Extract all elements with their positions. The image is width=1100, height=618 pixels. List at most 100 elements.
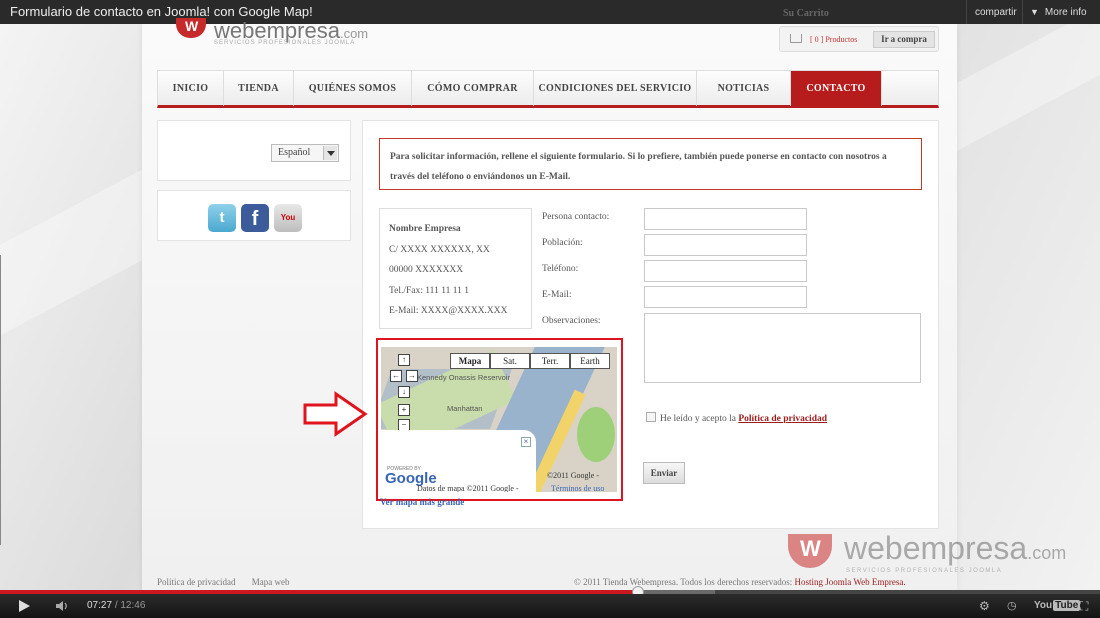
nav-item-condiciones[interactable]: Condiciones del servicio (534, 71, 697, 106)
settings-gear-icon[interactable]: ⚙ (979, 599, 990, 613)
checkout-button[interactable]: Ir a compra (873, 31, 935, 48)
divider (1022, 0, 1023, 24)
footer-links: Política de privacidad Mapa web (157, 577, 303, 587)
chevron-down-icon (323, 146, 337, 160)
pan-left-icon[interactable]: ← (390, 370, 402, 382)
youtube-logo-you: You (1034, 600, 1053, 611)
company-phone: Tel./Fax: 111 11 11 1 (389, 285, 469, 296)
send-button[interactable]: Enviar (643, 462, 685, 484)
privacy-row: He leído y acepto la Política de privaci… (646, 412, 827, 424)
nav-item-contacto[interactable]: Contacto (791, 71, 882, 106)
nav-item-inicio[interactable]: Inicio (158, 71, 224, 106)
twitter-icon[interactable]: t (208, 204, 236, 232)
bigger-map-link[interactable]: Ver mapa más grande (380, 497, 464, 507)
facebook-icon[interactable]: f (241, 204, 269, 232)
company-name: Nombre Empresa (389, 224, 461, 234)
pan-down-icon[interactable]: ↓ (398, 386, 410, 398)
pan-up-icon[interactable]: ↑ (398, 354, 410, 366)
pan-right-icon[interactable]: → (406, 370, 418, 382)
company-address: C/ XXXX XXXXXX, XX (389, 244, 490, 255)
cart-icon (790, 34, 802, 43)
watch-later-clock-icon[interactable]: ◷ (1007, 599, 1017, 612)
map-terms-link[interactable]: Términos de uso (551, 484, 604, 492)
privacy-text: He leído y acepto la (660, 414, 736, 424)
time-display: 07:27 / 12:46 (87, 600, 145, 611)
left-edge-line (0, 255, 2, 545)
volume-icon[interactable] (55, 600, 69, 612)
map-highlight-frame: Kennedy Onassis Reservoir Manhattan Mapa… (376, 338, 623, 501)
phone-input[interactable] (644, 260, 807, 282)
nav-item-quienes-somos[interactable]: Quiénes somos (294, 71, 412, 106)
time-separator: / (114, 600, 118, 611)
map-type-sat[interactable]: Sat. (490, 353, 530, 369)
chevron-down-icon: ▼ (1030, 7, 1039, 17)
map-type-earth[interactable]: Earth (570, 353, 610, 369)
watermark-tagline: SERVICIOS PROFESIONALES JOOMLA (846, 568, 1003, 574)
main-navigation: Inicio Tienda Quiénes somos Cómo comprar… (157, 70, 939, 108)
map-label-area: Manhattan (447, 404, 483, 413)
email-label: E-Mail: (542, 290, 572, 300)
footer-sitemap-link[interactable]: Mapa web (252, 577, 290, 587)
arrow-right-icon (303, 391, 368, 437)
video-title-bar: Formulario de contacto en Joomla! con Go… (0, 0, 1100, 24)
google-map[interactable]: Kennedy Onassis Reservoir Manhattan Mapa… (381, 347, 617, 492)
logo-mark-letter: W (185, 18, 199, 34)
company-postal: 00000 XXXXXXX (389, 265, 464, 275)
share-button[interactable]: compartir (975, 7, 1017, 18)
more-info-button[interactable]: ▼ More info (1030, 7, 1087, 18)
watermark-suffix: .com (1027, 543, 1067, 563)
company-email: E-Mail: XXXX@XXXX.XXX (389, 306, 508, 316)
contact-person-label: Persona contacto: (542, 212, 610, 222)
more-info-label: More info (1044, 7, 1087, 18)
close-icon[interactable]: × (521, 437, 531, 447)
watermark-name: webempresa.com (844, 530, 1066, 567)
divider (966, 0, 967, 24)
zoom-in-icon[interactable]: + (398, 404, 410, 416)
youtube-logo[interactable]: You Tube (1034, 600, 1081, 611)
map-data-credit: Datos de mapa ©2011 Google - (417, 484, 519, 492)
contact-notice: Para solicitar información, rellene el s… (379, 138, 922, 190)
watermark-letter: W (800, 536, 821, 561)
nav-item-tienda[interactable]: Tienda (224, 71, 294, 106)
watermark-text: webempresa (844, 530, 1028, 566)
fullscreen-icon[interactable]: ⛶ (1080, 599, 1088, 614)
duration: 12:46 (120, 600, 146, 611)
current-time: 07:27 (87, 600, 113, 611)
map-type-terr[interactable]: Terr. (530, 353, 570, 369)
nav-item-noticias[interactable]: Noticias (697, 71, 791, 106)
notes-textarea[interactable] (644, 313, 921, 383)
contact-person-input[interactable] (644, 208, 807, 230)
footer-hosting-link[interactable]: Hosting Joomla Web Empresa. (795, 577, 906, 587)
company-info: Nombre Empresa C/ XXXX XXXXXX, XX 00000 … (379, 208, 532, 329)
play-icon[interactable] (19, 600, 30, 612)
player-controls: 07:27 / 12:46 ⚙ ◷ You Tube ⛶ (0, 594, 1100, 618)
email-input[interactable] (644, 286, 807, 308)
nav-item-como-comprar[interactable]: Cómo comprar (412, 71, 534, 106)
logo-suffix: .com (339, 26, 369, 41)
map-green-area (577, 407, 615, 462)
logo-tagline: SERVICIOS PROFESIONALES JOOMLA (214, 40, 356, 46)
cart-widget: [ 0 ] Productos Ir a compra (779, 26, 939, 52)
youtube-logo-tube: Tube (1053, 600, 1081, 611)
map-copyright: ©2011 Google - (547, 471, 599, 480)
cart-count[interactable]: [ 0 ] Productos (810, 35, 857, 44)
footer-privacy-link[interactable]: Política de privacidad (157, 577, 235, 587)
language-select[interactable]: Español (271, 144, 339, 162)
footer-rights: © 2011 Tienda Webempresa. Todos los dere… (574, 577, 793, 587)
language-box: Español (157, 120, 351, 181)
youtube-icon[interactable]: You (274, 204, 302, 232)
notes-label: Observaciones: (542, 316, 601, 326)
map-type-mapa[interactable]: Mapa (450, 353, 490, 369)
social-box: t f You (157, 190, 351, 241)
city-label: Población: (542, 238, 583, 248)
language-value: Español (278, 147, 311, 158)
privacy-link[interactable]: Política de privacidad (738, 414, 827, 424)
map-label-reservoir: Kennedy Onassis Reservoir (417, 373, 510, 382)
city-input[interactable] (644, 234, 807, 256)
cart-title: Su Carrito (783, 8, 829, 19)
phone-label: Teléfono: (542, 264, 579, 274)
privacy-checkbox[interactable] (646, 412, 656, 422)
footer-copyright: © 2011 Tienda Webempresa. Todos los dere… (574, 577, 906, 587)
video-title[interactable]: Formulario de contacto en Joomla! con Go… (10, 4, 313, 19)
map-type-controls: Mapa Sat. Terr. Earth (450, 353, 610, 369)
